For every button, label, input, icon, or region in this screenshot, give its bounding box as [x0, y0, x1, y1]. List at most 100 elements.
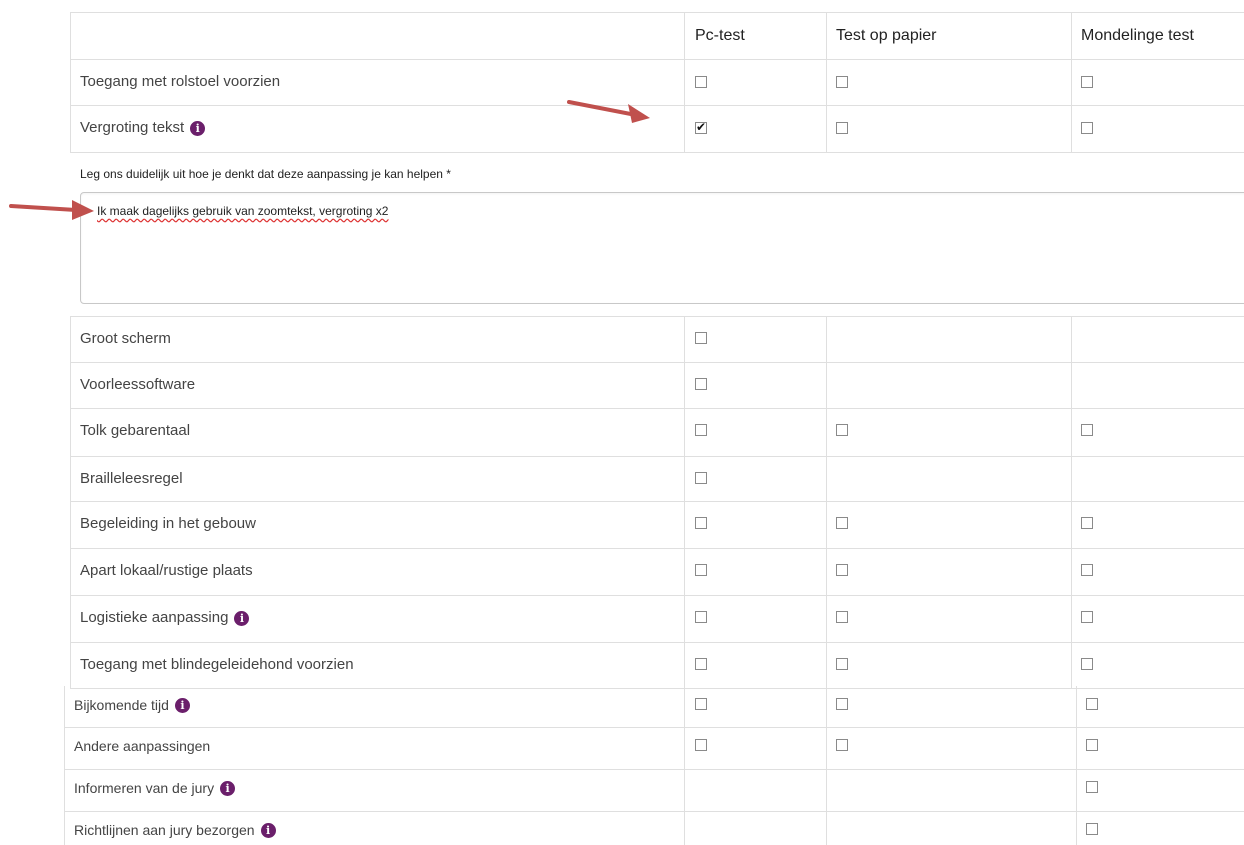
grid-line — [70, 688, 1244, 689]
checkbox-mondelinge-test[interactable] — [1081, 424, 1093, 436]
grid-line — [70, 408, 1244, 409]
checkbox-pc-test[interactable] — [695, 698, 707, 710]
checkbox-test-op-papier[interactable] — [836, 564, 848, 576]
row-label-text: Informeren van de jury — [74, 780, 215, 796]
checkbox-mondelinge-test[interactable] — [1086, 781, 1098, 793]
checkbox-test-op-papier[interactable] — [836, 739, 848, 751]
explanation-value-text: Ik maak dagelijks gebruik van zoomtekst,… — [97, 204, 389, 218]
grid-line — [64, 727, 1244, 728]
row-label: Voorleessoftware — [80, 375, 195, 395]
checkbox-mondelinge-test[interactable] — [1081, 658, 1093, 670]
row-label: Groot scherm — [80, 329, 171, 349]
row-label-text: Andere aanpassingen — [74, 738, 211, 754]
row-label-text: Voorleessoftware — [80, 376, 196, 393]
checkbox-test-op-papier[interactable] — [836, 698, 848, 710]
checkbox-mondelinge-test[interactable] — [1081, 122, 1093, 134]
info-icon[interactable]: i — [234, 610, 250, 626]
checkbox-pc-test[interactable] — [695, 332, 707, 344]
grid-line — [1071, 12, 1072, 152]
row-label-text: Brailleleesregel — [80, 470, 183, 487]
checkbox-mondelinge-test[interactable] — [1081, 76, 1093, 88]
grid-line — [64, 769, 1244, 770]
grid-line — [70, 12, 1244, 13]
column-header-2: Test op papier — [836, 27, 937, 44]
annotation-arrow-checkbox — [567, 100, 650, 123]
row-label-text: Bijkomende tijd — [74, 697, 169, 713]
explanation-value: Ik maak dagelijks gebruik van zoomtekst,… — [97, 204, 388, 218]
grid-line — [70, 501, 1244, 502]
grid-line — [70, 548, 1244, 549]
row-label-text: Logistieke aanpassing — [80, 609, 229, 626]
grid-line — [1076, 686, 1077, 845]
column-header-1: Pc-test — [695, 27, 745, 44]
checkbox-test-op-papier[interactable] — [836, 424, 848, 436]
info-icon[interactable]: i — [174, 697, 190, 713]
row-label: Andere aanpassingen — [74, 736, 210, 756]
explanation-label: Leg ons duidelijk uit hoe je denkt dat d… — [80, 167, 451, 181]
grid-line — [70, 316, 1244, 317]
checkbox-test-op-papier[interactable] — [836, 658, 848, 670]
accommodation-form: Pc-test Test op papier Mondelinge test Toeg… — [0, 0, 1244, 845]
row-label-text: Richtlijnen aan jury bezorgen — [74, 822, 255, 838]
checkbox-pc-test[interactable] — [695, 120, 707, 134]
checkbox-test-op-papier[interactable] — [836, 122, 848, 134]
checkbox-pc-test[interactable] — [695, 564, 707, 576]
checkbox-pc-test[interactable] — [695, 611, 707, 623]
checkbox-pc-test[interactable] — [695, 472, 707, 484]
grid-line — [70, 362, 1244, 363]
checkbox-pc-test[interactable] — [695, 424, 707, 436]
row-label-text: Toegang met rolstoel voorzien — [80, 73, 281, 90]
row-label: Bijkomende tijd i — [74, 695, 190, 715]
annotation-arrow-textarea — [9, 200, 94, 220]
row-label: Vergroting tekst i — [80, 118, 206, 138]
checkbox-pc-test[interactable] — [695, 378, 707, 390]
grid-line — [70, 316, 71, 688]
row-label-text: Begeleiding in het gebouw — [80, 515, 256, 532]
grid-line — [70, 595, 1244, 596]
grid-line — [70, 12, 71, 152]
checkbox-mondelinge-test[interactable] — [1081, 564, 1093, 576]
row-label: Toegang met blindegeleidehond voorzien — [80, 655, 354, 675]
grid-line — [70, 105, 1244, 106]
checkbox-test-op-papier[interactable] — [836, 517, 848, 529]
grid-line — [826, 316, 827, 688]
checkbox-mondelinge-test[interactable] — [1086, 739, 1098, 751]
grid-line — [826, 686, 827, 845]
info-icon[interactable]: i — [260, 822, 276, 838]
grid-line — [70, 152, 1244, 153]
grid-line — [70, 59, 1244, 60]
checkbox-test-op-papier[interactable] — [836, 76, 848, 88]
grid-line — [70, 642, 1244, 643]
grid-line — [826, 12, 827, 152]
row-label-text: Toegang met blindegeleidehond voorzien — [80, 656, 354, 673]
checkbox-pc-test[interactable] — [695, 658, 707, 670]
grid-line — [64, 686, 65, 845]
row-label: Tolk gebarentaal — [80, 421, 190, 441]
checkbox-pc-test[interactable] — [695, 739, 707, 751]
checkbox-mondelinge-test[interactable] — [1086, 698, 1098, 710]
column-header-3: Mondelinge test — [1081, 27, 1194, 44]
checkbox-mondelinge-test[interactable] — [1086, 823, 1098, 835]
grid-line — [64, 811, 1244, 812]
checkbox-pc-test[interactable] — [695, 76, 707, 88]
row-label: Brailleleesregel — [80, 469, 183, 489]
checkbox-test-op-papier[interactable] — [836, 611, 848, 623]
grid-line — [684, 12, 685, 152]
grid-line — [1071, 316, 1072, 688]
row-label-text: Apart lokaal/rustige plaats — [80, 562, 253, 579]
grid-line — [684, 316, 685, 688]
info-icon[interactable]: i — [190, 120, 206, 136]
grid-line — [70, 456, 1244, 457]
row-label-text: Vergroting tekst — [80, 119, 185, 136]
row-label: Toegang met rolstoel voorzien — [80, 72, 280, 92]
row-label: Begeleiding in het gebouw — [80, 514, 256, 534]
row-label: Informeren van de jury i — [74, 778, 236, 798]
info-icon[interactable]: i — [220, 780, 236, 796]
checkbox-mondelinge-test[interactable] — [1081, 517, 1093, 529]
row-label-text: Tolk gebarentaal — [80, 422, 191, 439]
checkbox-pc-test[interactable] — [695, 517, 707, 529]
row-label: Apart lokaal/rustige plaats — [80, 561, 253, 581]
row-label-text: Groot scherm — [80, 330, 171, 347]
row-label: Logistieke aanpassing i — [80, 608, 250, 628]
checkbox-mondelinge-test[interactable] — [1081, 611, 1093, 623]
